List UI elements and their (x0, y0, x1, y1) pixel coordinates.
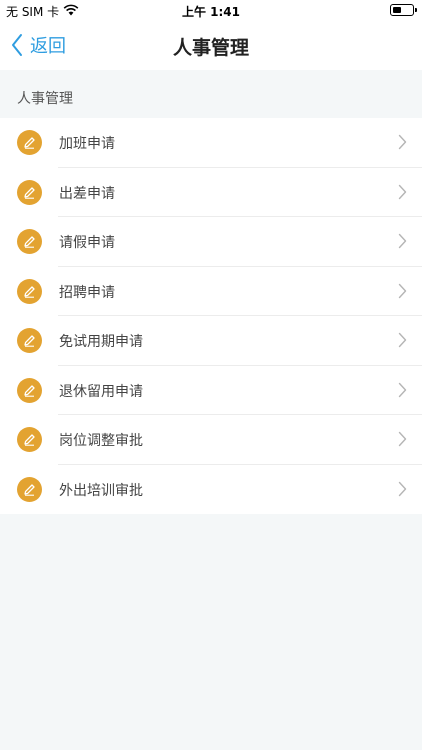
list-item[interactable]: 退休留用申请 (0, 366, 422, 416)
list-item[interactable]: 招聘申请 (0, 267, 422, 317)
list-item-label: 加班申请 (59, 136, 115, 152)
list-item-label: 请假申请 (59, 235, 115, 251)
battery-tip (415, 8, 417, 12)
section-header: 人事管理 (17, 91, 73, 107)
pencil-icon (17, 476, 42, 502)
list-item-label: 外出培训审批 (59, 482, 143, 499)
pencil-icon (17, 328, 42, 353)
list-item[interactable]: 岗位调整审批 (0, 415, 422, 465)
nav-bar: 返回 人事管理 (0, 20, 422, 70)
chevron-right-icon (398, 481, 407, 496)
chevron-right-icon (398, 382, 407, 397)
pencil-icon (17, 427, 42, 452)
chevron-right-icon (398, 184, 407, 199)
chevron-right-icon (398, 233, 407, 249)
list-item[interactable]: 出差申请 (0, 168, 422, 218)
pencil-icon (17, 130, 42, 155)
page-title: 人事管理 (172, 37, 249, 59)
pencil-icon (17, 229, 42, 254)
pencil-icon (17, 179, 42, 205)
battery-fill (393, 7, 402, 13)
list-item[interactable]: 加班申请 (0, 118, 422, 168)
menu-list: 加班申请出差申请请假申请招聘申请免试用期申请 退休留用申请 岗位调整审批 外出培训审批 (0, 118, 422, 514)
list-item-label: 岗位调整审批 (59, 433, 143, 449)
battery-icon (390, 4, 417, 16)
status-time: 上午 1:41 (181, 5, 241, 19)
list-item[interactable]: 免试用期申请 (0, 316, 422, 366)
chevron-right-icon (398, 332, 407, 348)
list-item[interactable]: 外出培训审批 (0, 465, 422, 515)
status-bar: 无 SIM 卡 上午 1:41 (0, 0, 422, 20)
list-item-label: 招聘申请 (59, 284, 115, 301)
list-item-label: 出差申请 (59, 185, 115, 202)
pencil-icon (17, 377, 42, 403)
chevron-right-icon (398, 283, 407, 298)
list-item[interactable]: 请假申请 (0, 217, 422, 267)
list-item-label: 退休留用申请 (59, 383, 143, 400)
list-item-label: 免试用期申请 (59, 334, 143, 350)
chevron-right-icon (398, 134, 407, 150)
chevron-right-icon (398, 431, 407, 447)
pencil-icon (17, 278, 42, 304)
